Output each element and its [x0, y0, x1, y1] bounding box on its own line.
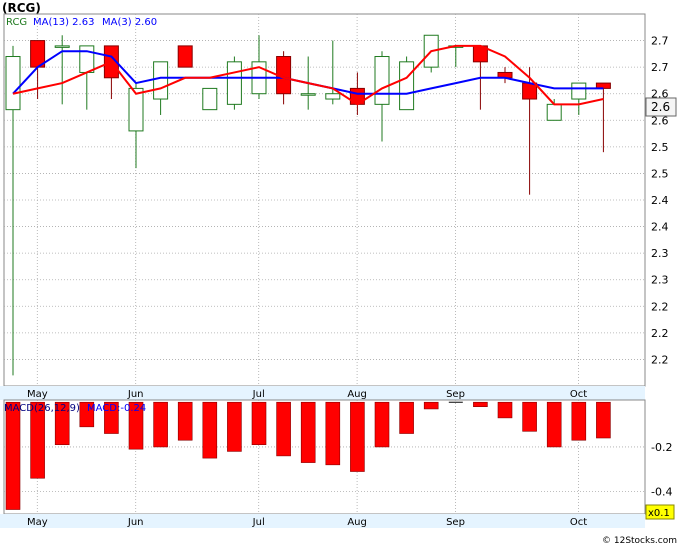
macd-axis-tick-label: -0.4	[651, 486, 672, 499]
candle-body	[522, 82, 538, 100]
candle-body	[374, 56, 390, 105]
candle	[202, 87, 218, 111]
macd-bar	[300, 401, 316, 463]
month-axis-label: May	[27, 389, 48, 400]
candle-body	[5, 56, 21, 111]
month-axis-label: Sep	[446, 389, 465, 400]
candle-body	[300, 93, 316, 96]
month-axis-label: Aug	[347, 389, 367, 400]
macd-bar	[5, 401, 21, 510]
macd-bar	[276, 401, 291, 457]
price-axis-tick-label: 2.2	[651, 327, 669, 340]
macd-bar	[522, 401, 537, 432]
candle-body	[128, 87, 144, 132]
candle-body	[546, 103, 562, 121]
candle	[177, 45, 193, 68]
macd-bar	[177, 401, 193, 441]
macd-bar	[423, 401, 439, 410]
price-axis-tick-label: 2.5	[651, 167, 669, 180]
macd-month-axis-label: Aug	[347, 517, 367, 528]
macd-bar	[596, 401, 611, 439]
macd-multiplier-label: x0.1	[648, 508, 670, 519]
price-axis-tick-label: 2.3	[651, 247, 669, 260]
candle-body	[202, 87, 218, 111]
candle-body	[399, 61, 415, 111]
month-axis-label: Jul	[252, 389, 265, 400]
chart-canvas: (RCG) © 12Stocks.com 2.72.72.62.62.52.52…	[0, 0, 680, 546]
price-axis-tick-label: 2.4	[651, 221, 669, 234]
candle-body	[571, 82, 587, 100]
macd-bar	[350, 401, 365, 472]
month-axis-band	[0, 386, 645, 400]
macd-bar	[153, 401, 168, 448]
macd-month-axis-band	[0, 514, 645, 528]
macd-bar	[374, 401, 390, 448]
candle-body	[325, 93, 341, 100]
legend-ma3: MA(3) 2.60	[102, 17, 157, 28]
macd-bar	[227, 401, 242, 452]
price-axis-tick-label: 2.7	[651, 61, 669, 74]
stock-chart: (RCG) © 12Stocks.com 2.7 2.7 2.6 2.6 2.5 2.5 2…	[0, 0, 680, 546]
macd-legend-value: MACD:-0.24	[87, 403, 146, 414]
month-axis-label: Oct	[570, 389, 587, 400]
macd-panel: -0.2 -0.4 MACD(26,12,9) MACD:-0.24 x0.1 May Ju…	[0, 399, 675, 528]
macd-bar	[473, 401, 488, 408]
macd-legend-title: MACD(26,12,9)	[4, 403, 80, 414]
candle-body	[153, 61, 169, 100]
month-axis-label: Jun	[127, 389, 144, 400]
macd-month-axis-label: Oct	[570, 517, 587, 528]
price-axis-tick-label: 2.2	[651, 300, 669, 313]
footer-credit: © 12Stocks.com	[602, 536, 677, 546]
candle-body	[54, 45, 70, 48]
macd-axis-tick-label: -0.2	[651, 441, 672, 454]
last-price-label: 2.6	[651, 100, 670, 114]
macd-bar	[497, 401, 513, 419]
legend-ma13: MA(13) 2.63	[33, 17, 94, 28]
macd-bar	[571, 401, 587, 441]
macd-bar	[251, 401, 267, 446]
price-axis-tick-label: 2.3	[651, 274, 669, 287]
macd-bar	[399, 401, 414, 434]
macd-month-axis-label: May	[27, 517, 48, 528]
macd-month-axis-label: Sep	[446, 517, 465, 528]
macd-bar	[546, 401, 562, 448]
macd-bar	[202, 401, 218, 459]
macd-month-axis-label: Jun	[127, 517, 144, 528]
candle	[226, 56, 242, 110]
macd-month-axis-label: Jul	[252, 517, 265, 528]
price-panel: 2.72.72.62.62.52.52.42.42.32.32.22.22.2R…	[0, 13, 677, 400]
price-axis-tick-label: 2.7	[651, 35, 669, 48]
candle	[399, 56, 415, 111]
legend-rcg: RCG	[6, 17, 27, 28]
ticker-label: (RCG)	[2, 1, 41, 15]
candle-body	[177, 45, 193, 68]
price-axis-tick-label: 2.2	[651, 353, 669, 366]
candle-body	[226, 61, 242, 105]
price-axis-tick-label: 2.5	[651, 141, 669, 154]
candle	[423, 34, 439, 73]
macd-bar	[325, 401, 341, 466]
price-axis-tick-label: 2.4	[651, 194, 669, 207]
candle-body	[79, 45, 95, 73]
